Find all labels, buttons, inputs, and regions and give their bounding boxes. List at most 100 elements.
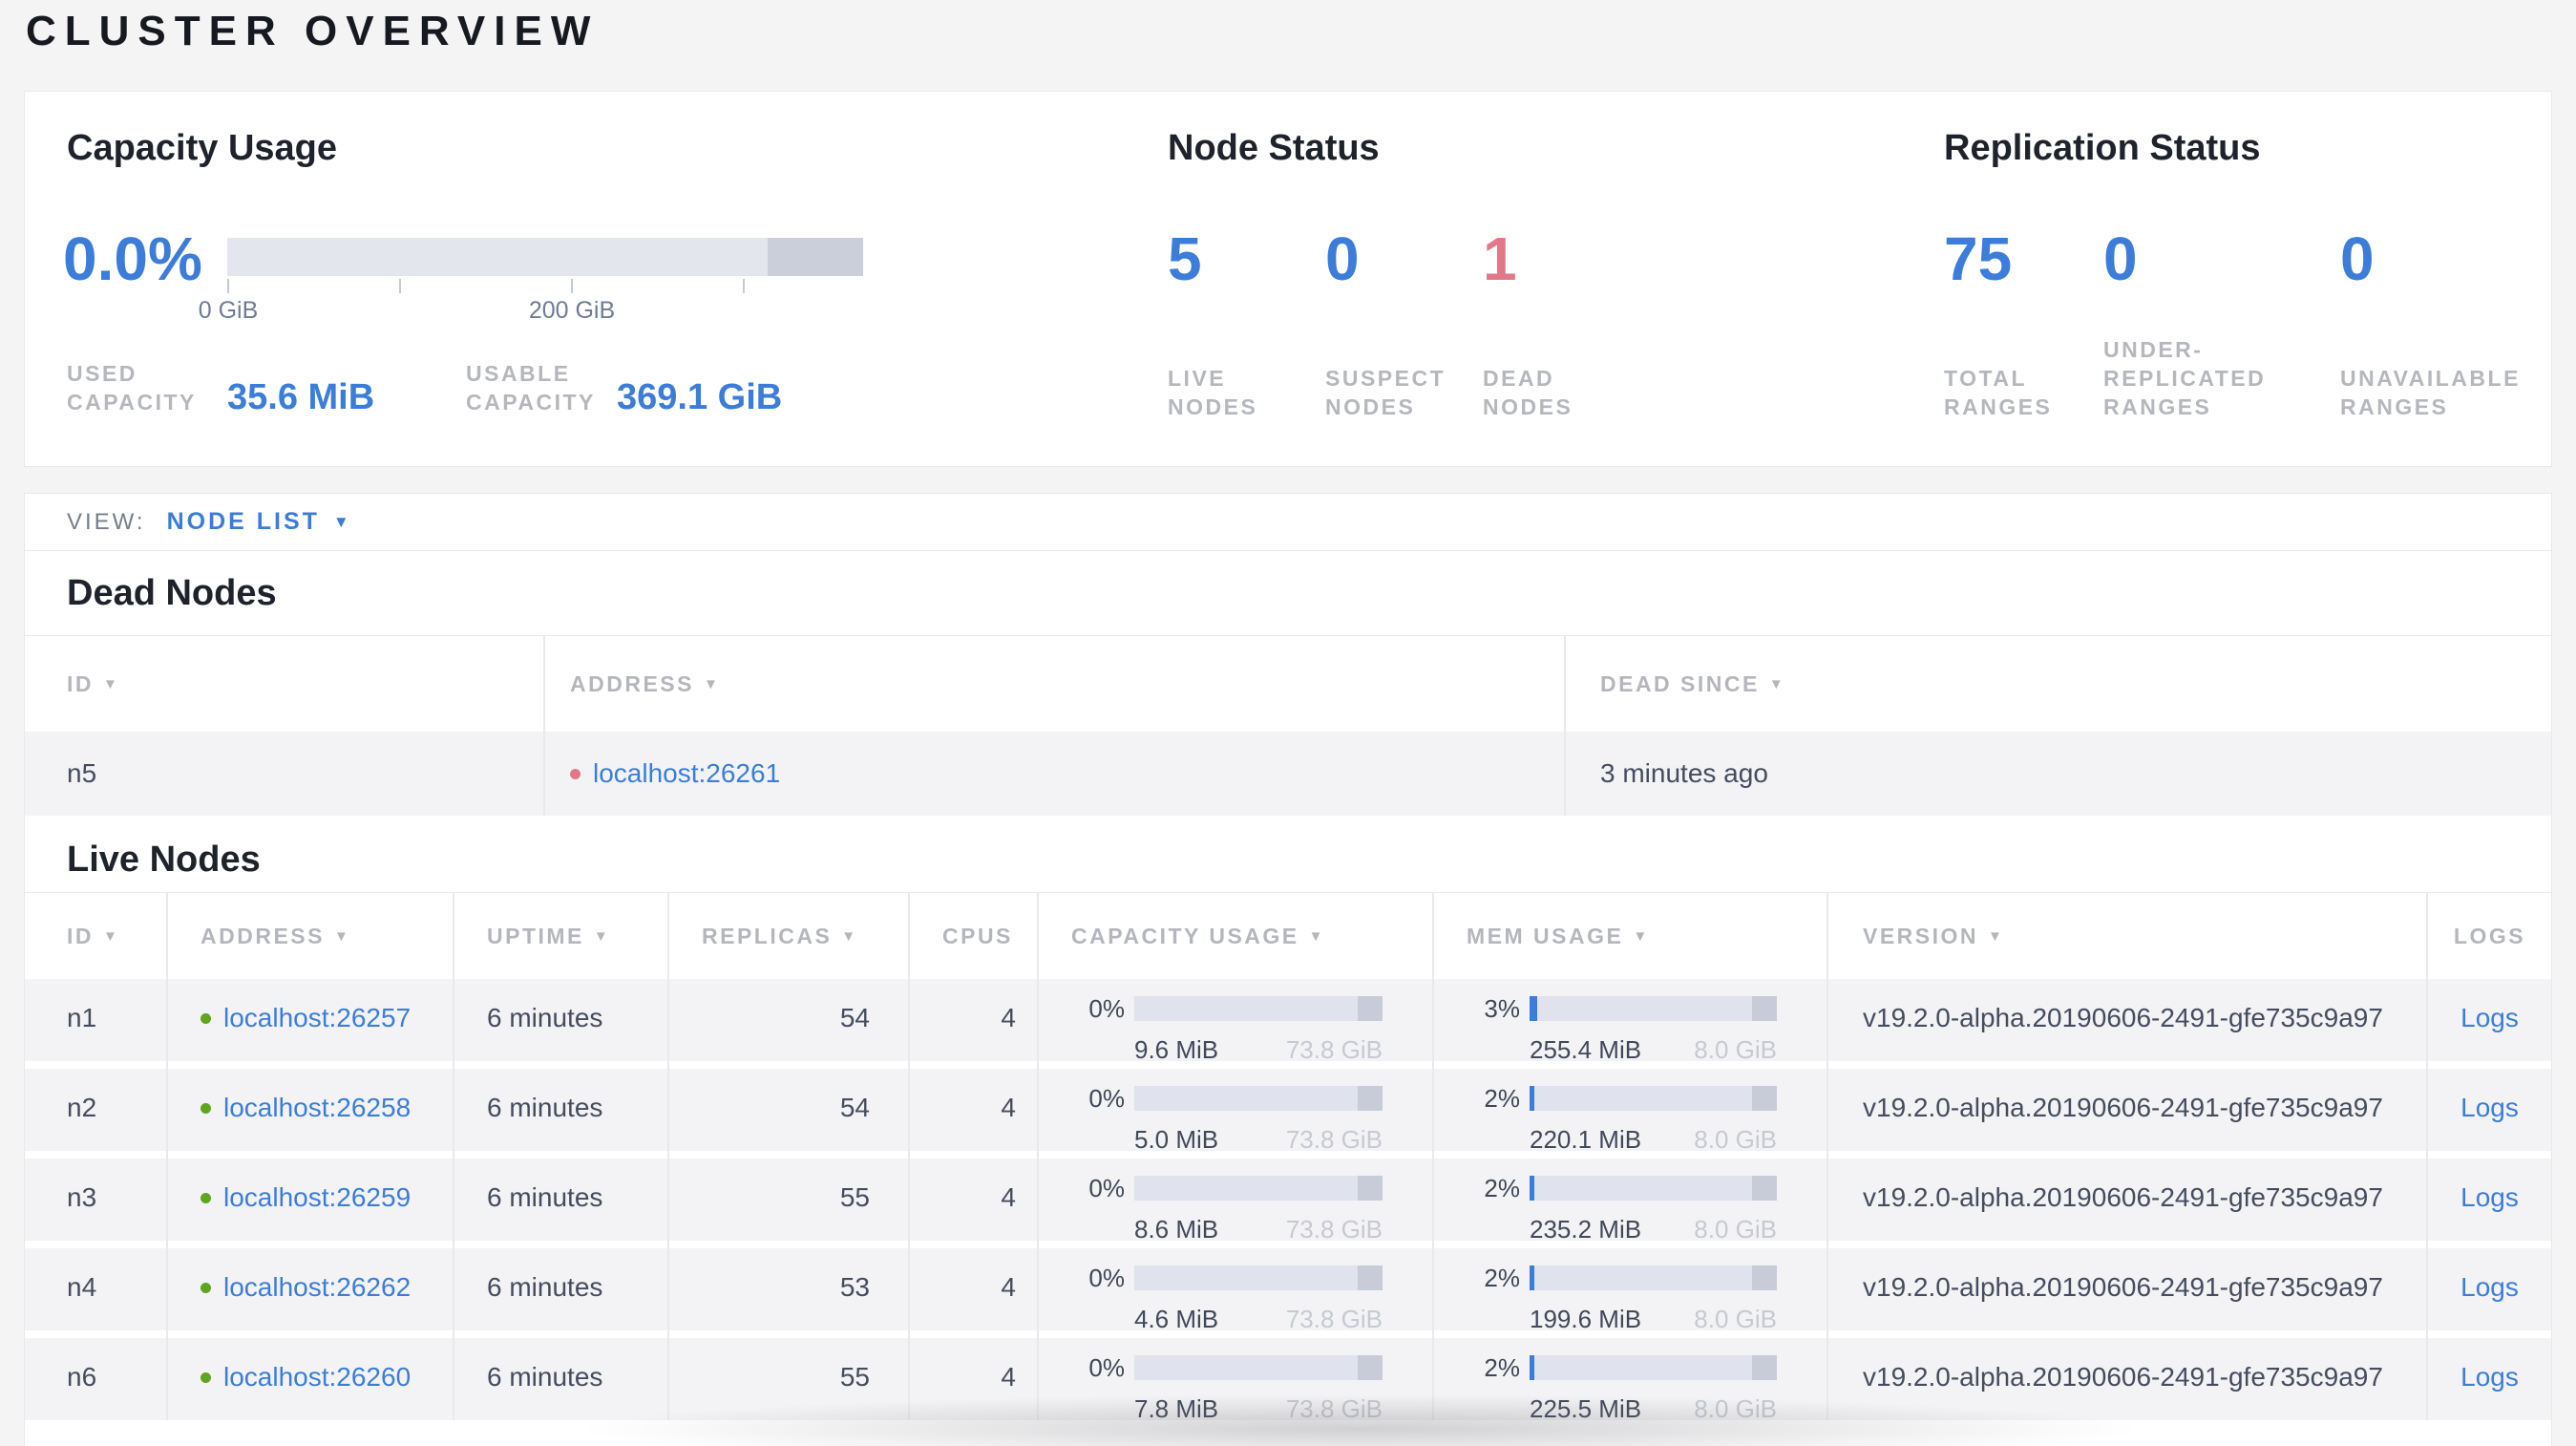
column-header-mem-usage[interactable]: MEM USAGE ▼ (1432, 893, 1826, 979)
node-version: v19.2.0-alpha.20190606-2491-gfe735c9a97 (1863, 1182, 2383, 1212)
capacity-bar (1134, 1265, 1383, 1290)
column-header-id[interactable]: ID ▼ (25, 636, 543, 732)
node-address-cell: localhost:26257 (166, 979, 453, 1066)
mem-usage-cell: 2% 235.2 MiB 8.0 GiB (1432, 1159, 1826, 1245)
column-header-address[interactable]: ADDRESS ▼ (166, 893, 453, 979)
node-id: n6 (67, 1362, 97, 1392)
node-cpus: 4 (1001, 1003, 1016, 1032)
sort-desc-icon: ▼ (593, 927, 611, 945)
node-address-link[interactable]: localhost:26260 (223, 1361, 411, 1393)
table-row: n3 localhost:26259 6 minutes 55 4 0% 8.6… (25, 1159, 2551, 1244)
view-mode-value: NODE LIST (166, 508, 320, 535)
capacity-total: 73.8 GiB (1285, 1125, 1383, 1154)
mem-total: 8.0 GiB (1694, 1305, 1777, 1333)
column-header-address[interactable]: ADDRESS ▼ (543, 636, 1564, 732)
bar-remainder-segment (768, 238, 863, 276)
unavailable-ranges-stat: 0 UNAVAILABLE RANGES (2340, 225, 2560, 421)
logs-link[interactable]: Logs (2460, 1002, 2519, 1034)
dead-nodes-stat: 1 DEAD NODES (1483, 225, 1636, 421)
column-divider (1826, 893, 1828, 1420)
mem-usage-cell: 2% 220.1 MiB 8.0 GiB (1432, 1069, 1826, 1156)
capacity-percent: 0% (1088, 1174, 1125, 1202)
bar-remainder-segment (1358, 1355, 1383, 1380)
mem-bar-fill (1530, 1265, 1535, 1290)
mem-usage-cell: 3% 255.4 MiB 8.0 GiB (1432, 979, 1826, 1066)
dead-status-icon (570, 768, 581, 779)
mem-used: 235.2 MiB (1530, 1215, 1642, 1244)
axis-tick (571, 279, 573, 293)
column-header-capacity-usage[interactable]: CAPACITY USAGE ▼ (1037, 893, 1432, 979)
node-cpus: 4 (1001, 1093, 1016, 1122)
node-address-cell: localhost:26261 (543, 732, 1564, 816)
table-row: n1 localhost:26257 6 minutes 54 4 0% 9.6… (25, 979, 2551, 1064)
mem-bar-fill (1530, 1086, 1535, 1111)
live-status-icon (201, 1192, 211, 1203)
node-address-link[interactable]: localhost:26261 (593, 757, 780, 790)
dead-nodes-heading: Dead Nodes (67, 573, 277, 613)
capacity-usage-bar (227, 238, 863, 276)
usable-capacity-label: USABLE CAPACITY (466, 361, 596, 415)
capacity-bar (1134, 1176, 1383, 1201)
live-nodes-table: ID ▼ ADDRESS ▼ UPTIME ▼ REPLICAS ▼ CPUS CAPA… (25, 892, 2553, 1423)
mem-bar (1530, 1355, 1777, 1380)
node-uptime: 6 minutes (487, 1003, 603, 1032)
logs-link[interactable]: Logs (2460, 1271, 2519, 1304)
mem-bar (1530, 1176, 1777, 1201)
bar-remainder-segment (1358, 1176, 1383, 1201)
column-header-replicas[interactable]: REPLICAS ▼ (667, 893, 908, 979)
capacity-total: 73.8 GiB (1285, 1035, 1383, 1064)
mem-percent: 2% (1484, 1353, 1520, 1382)
mem-used: 199.6 MiB (1530, 1305, 1642, 1333)
column-header-uptime[interactable]: UPTIME ▼ (453, 893, 667, 979)
live-nodes-heading: Live Nodes (67, 840, 261, 880)
logs-cell: Logs (2426, 1069, 2553, 1156)
logs-cell: Logs (2426, 1159, 2553, 1245)
node-list-card: VIEW: NODE LIST ▼ Dead Nodes ID ▼ ADDRESS… (24, 493, 2552, 1446)
node-replicas: 54 (839, 1093, 870, 1122)
node-address-link[interactable]: localhost:26258 (223, 1092, 411, 1124)
mem-used: 220.1 MiB (1530, 1125, 1642, 1154)
column-header-logs: LOGS (2453, 923, 2526, 948)
node-address-link[interactable]: localhost:26262 (223, 1271, 411, 1304)
table-row: n4 localhost:26262 6 minutes 53 4 0% 4.6… (25, 1248, 2551, 1333)
node-cpus: 4 (1001, 1272, 1016, 1302)
mem-bar (1530, 1086, 1777, 1111)
mem-bar-fill (1530, 1355, 1535, 1380)
table-row: n5 localhost:26261 3 minutes ago (25, 732, 2551, 816)
under-replicated-stat: 0 UNDER-REPLICATED RANGES (2103, 225, 2333, 421)
logs-cell: Logs (2426, 1338, 2553, 1425)
column-header-dead-since[interactable]: DEAD SINCE ▼ (1564, 636, 2553, 732)
node-id: n2 (67, 1093, 97, 1122)
capacity-percent: 0% (1088, 1084, 1125, 1113)
sort-desc-icon: ▼ (703, 675, 721, 692)
node-replicas: 54 (839, 1003, 870, 1032)
capacity-total: 73.8 GiB (1285, 1305, 1383, 1333)
live-status-icon (201, 1012, 211, 1024)
mem-bar (1530, 1265, 1777, 1290)
view-label: VIEW: (67, 508, 146, 535)
node-id: n5 (67, 758, 97, 788)
sort-desc-icon: ▼ (103, 927, 120, 945)
capacity-used: 8.6 MiB (1134, 1215, 1219, 1244)
sort-desc-icon: ▼ (333, 927, 351, 945)
dead-nodes-table: ID ▼ ADDRESS ▼ DEAD SINCE ▼ n5 localhost:26… (25, 635, 2551, 816)
total-ranges-label: TOTAL RANGES (1944, 366, 2053, 419)
capacity-usage-cell: 0% 8.6 MiB 73.8 GiB (1037, 1159, 1432, 1245)
view-mode-dropdown[interactable]: NODE LIST ▼ (167, 508, 349, 536)
node-address-link[interactable]: localhost:26257 (223, 1002, 411, 1034)
capacity-used: 4.6 MiB (1134, 1305, 1219, 1333)
replication-status-title: Replication Status (1944, 128, 2261, 168)
bottom-scroll-shadow (573, 1394, 2148, 1446)
logs-link[interactable]: Logs (2460, 1361, 2519, 1393)
node-address-link[interactable]: localhost:26259 (223, 1181, 411, 1214)
dead-nodes-label: DEAD NODES (1483, 366, 1573, 419)
column-divider (2426, 893, 2428, 1420)
mem-usage-cell: 2% 199.6 MiB 8.0 GiB (1432, 1248, 1826, 1335)
logs-link[interactable]: Logs (2460, 1181, 2519, 1214)
column-header-version[interactable]: VERSION ▼ (1826, 893, 2426, 979)
bar-remainder-segment (1358, 996, 1383, 1021)
column-header-id[interactable]: ID ▼ (25, 893, 166, 979)
logs-link[interactable]: Logs (2460, 1092, 2519, 1124)
dead-since: 3 minutes ago (1600, 758, 1768, 788)
capacity-usage-cell: 0% 5.0 MiB 73.8 GiB (1037, 1069, 1432, 1156)
